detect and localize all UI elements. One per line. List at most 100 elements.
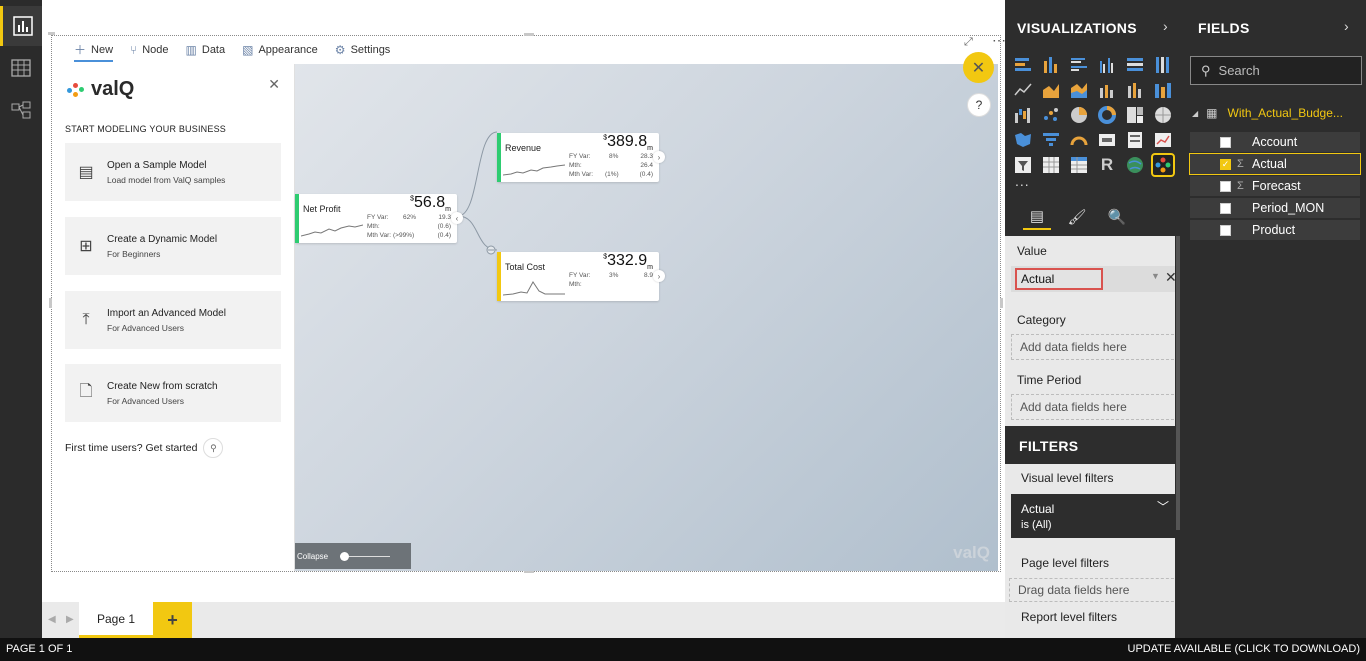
table-icon[interactable] bbox=[1041, 155, 1061, 175]
format-paint-roller-icon[interactable]: 🖌 bbox=[1063, 204, 1091, 230]
field-account[interactable]: Account bbox=[1190, 132, 1360, 152]
stacked-bar-chart-icon[interactable] bbox=[1013, 55, 1033, 75]
line-stacked-column-icon[interactable] bbox=[1125, 80, 1145, 100]
value-field-actual[interactable]: Actual bbox=[1015, 268, 1103, 290]
import-advanced-model-card[interactable]: ⤒ Import an Advanced Model For Advanced U… bbox=[65, 291, 281, 349]
tab-page-1[interactable]: Page 1 bbox=[79, 602, 153, 638]
waterfall-chart-icon[interactable] bbox=[1013, 105, 1033, 125]
expand-node-icon[interactable]: › bbox=[653, 270, 665, 282]
collapse-slider[interactable]: Collapse bbox=[295, 543, 411, 569]
open-sample-model-card[interactable]: ▤ Open a Sample Model Load model from Val… bbox=[65, 143, 281, 201]
clustered-column-chart-icon[interactable] bbox=[1097, 55, 1117, 75]
slicer-icon[interactable] bbox=[1013, 155, 1033, 175]
filled-map-icon[interactable] bbox=[1013, 130, 1033, 150]
field-period-mon[interactable]: Period_MON bbox=[1190, 198, 1360, 218]
wells-scroll-thumb[interactable] bbox=[1176, 236, 1180, 530]
time-period-well[interactable]: Add data fields here bbox=[1011, 394, 1179, 420]
valq-visual-icon[interactable] bbox=[1151, 153, 1175, 177]
node-net-profit[interactable]: Net Profit $56.8m FY Var: 62% 19.3 Mth: … bbox=[295, 194, 463, 243]
funnel-icon[interactable] bbox=[1041, 130, 1061, 150]
focus-mode-icon[interactable]: ⤢ bbox=[964, 36, 973, 49]
help-icon[interactable]: ? bbox=[967, 93, 991, 117]
update-available-link[interactable]: UPDATE AVAILABLE (CLICK TO DOWNLOAD) bbox=[1128, 643, 1360, 655]
filter-card-actual[interactable]: Actual is (All) ﹀ bbox=[1011, 494, 1179, 538]
r-visual-icon[interactable]: R bbox=[1097, 155, 1117, 175]
map-icon[interactable] bbox=[1153, 105, 1173, 125]
new-file-icon: 🗋 bbox=[79, 382, 93, 400]
stacked-column-chart-icon[interactable] bbox=[1041, 55, 1061, 75]
data-button[interactable]: ▥ Data bbox=[186, 43, 226, 57]
data-view-icon[interactable] bbox=[0, 48, 42, 88]
close-panel-icon[interactable]: ✕ bbox=[268, 76, 280, 93]
add-page-button[interactable]: + bbox=[153, 602, 192, 638]
node-total-cost[interactable]: Total Cost $332.9m FY Var: 3% 8.9 Mth: › bbox=[497, 252, 665, 301]
stacked-area-chart-icon[interactable] bbox=[1069, 80, 1089, 100]
chevron-down-icon[interactable]: ▼ bbox=[1151, 271, 1160, 281]
fields-search-input[interactable]: ⚲ Search bbox=[1190, 56, 1362, 85]
gauge-icon[interactable] bbox=[1069, 130, 1089, 150]
expand-node-icon[interactable]: › bbox=[653, 151, 665, 163]
node-button[interactable]: ⑂ Node bbox=[130, 43, 169, 57]
line-chart-icon[interactable] bbox=[1013, 80, 1033, 100]
node-accent-bar bbox=[295, 194, 299, 243]
collapse-slider-track[interactable] bbox=[340, 551, 391, 561]
100-column-chart-icon[interactable] bbox=[1153, 55, 1173, 75]
analytics-magnifier-icon[interactable]: 🔍 bbox=[1103, 204, 1131, 230]
get-started-link[interactable]: First time users? Get started ⚲ bbox=[65, 438, 224, 458]
blocks-icon: ⊞ bbox=[79, 238, 93, 255]
node-value: $389.8m bbox=[603, 133, 653, 153]
fields-tab-icon[interactable]: ▤ bbox=[1023, 204, 1051, 230]
treemap-icon[interactable] bbox=[1125, 105, 1145, 125]
valq-visual[interactable]: ＋ New ⑂ Node ▥ Data ▧ Appearance ⚙ Settings v… bbox=[48, 32, 1006, 573]
field-product[interactable]: Product bbox=[1190, 220, 1360, 240]
sigma-icon: Σ bbox=[1237, 158, 1244, 170]
collapse-node-icon[interactable]: ‹ bbox=[451, 212, 463, 224]
field-actual[interactable]: ✓ Σ Actual bbox=[1189, 153, 1361, 175]
pie-chart-icon[interactable] bbox=[1069, 105, 1089, 125]
chevron-down-icon[interactable]: ﹀ bbox=[1157, 498, 1169, 515]
category-well[interactable]: Add data fields here bbox=[1011, 334, 1179, 360]
more-visuals-icon[interactable]: ... bbox=[1015, 173, 1030, 189]
node-revenue[interactable]: Revenue $389.8m FY Var: 8% 28.3 Mth: 26.… bbox=[497, 133, 665, 182]
next-page-icon[interactable]: ▶ bbox=[66, 614, 74, 625]
field-checkbox[interactable] bbox=[1220, 180, 1231, 192]
multi-row-card-icon[interactable] bbox=[1125, 130, 1145, 150]
value-well[interactable]: Actual ▼ ✕ bbox=[1011, 266, 1179, 292]
visual-pane-tabs: ▤ 🖌 🔍 bbox=[1005, 198, 1186, 236]
field-checkbox[interactable] bbox=[1220, 224, 1231, 236]
kpi-icon[interactable] bbox=[1153, 130, 1173, 150]
expand-triangle-icon[interactable]: ◢ bbox=[1192, 109, 1198, 118]
ribbon-chart-icon[interactable] bbox=[1153, 80, 1173, 100]
new-button[interactable]: ＋ New bbox=[74, 41, 114, 62]
create-dynamic-model-card[interactable]: ⊞ Create a Dynamic Model For Beginners bbox=[65, 217, 281, 275]
area-chart-icon[interactable] bbox=[1041, 80, 1061, 100]
prev-page-icon[interactable]: ◀ bbox=[48, 614, 56, 625]
collapse-visualizations-icon[interactable]: › bbox=[1163, 18, 1168, 34]
collapse-fields-icon[interactable]: › bbox=[1344, 18, 1349, 34]
search-icon: ⚲ bbox=[1201, 62, 1211, 78]
page-filter-drop-zone[interactable]: Drag data fields here bbox=[1009, 578, 1179, 602]
field-checkbox[interactable] bbox=[1220, 202, 1231, 214]
report-view-icon[interactable] bbox=[0, 6, 42, 46]
table-with-actual-budget[interactable]: ◢ ▦ With_Actual_Budge... bbox=[1192, 103, 1360, 123]
field-checkbox[interactable] bbox=[1220, 136, 1231, 148]
line-column-chart-icon[interactable] bbox=[1097, 80, 1117, 100]
100-bar-chart-icon[interactable] bbox=[1125, 55, 1145, 75]
appearance-button[interactable]: ▧ Appearance bbox=[242, 43, 318, 57]
status-bar: PAGE 1 OF 1 UPDATE AVAILABLE (CLICK TO D… bbox=[0, 638, 1366, 661]
clustered-bar-chart-icon[interactable] bbox=[1069, 55, 1089, 75]
card-icon[interactable] bbox=[1097, 130, 1117, 150]
create-from-scratch-card[interactable]: 🗋 Create New from scratch For Advanced Us… bbox=[65, 364, 281, 422]
field-checkbox-checked[interactable]: ✓ bbox=[1220, 158, 1231, 170]
matrix-icon[interactable] bbox=[1069, 155, 1089, 175]
close-circle-icon[interactable]: ✕ bbox=[963, 52, 994, 83]
settings-button[interactable]: ⚙ Settings bbox=[335, 43, 391, 57]
globe-icon[interactable] bbox=[1125, 155, 1145, 175]
wells-scrollbar[interactable] bbox=[1175, 236, 1181, 638]
donut-chart-icon[interactable] bbox=[1097, 105, 1117, 125]
field-forecast[interactable]: Σ Forecast bbox=[1190, 176, 1360, 196]
relationships-view-icon[interactable] bbox=[0, 90, 42, 130]
scatter-chart-icon[interactable] bbox=[1041, 105, 1061, 125]
start-title: START MODELING YOUR BUSINESS bbox=[65, 124, 226, 134]
collapse-slider-knob[interactable] bbox=[340, 551, 350, 561]
